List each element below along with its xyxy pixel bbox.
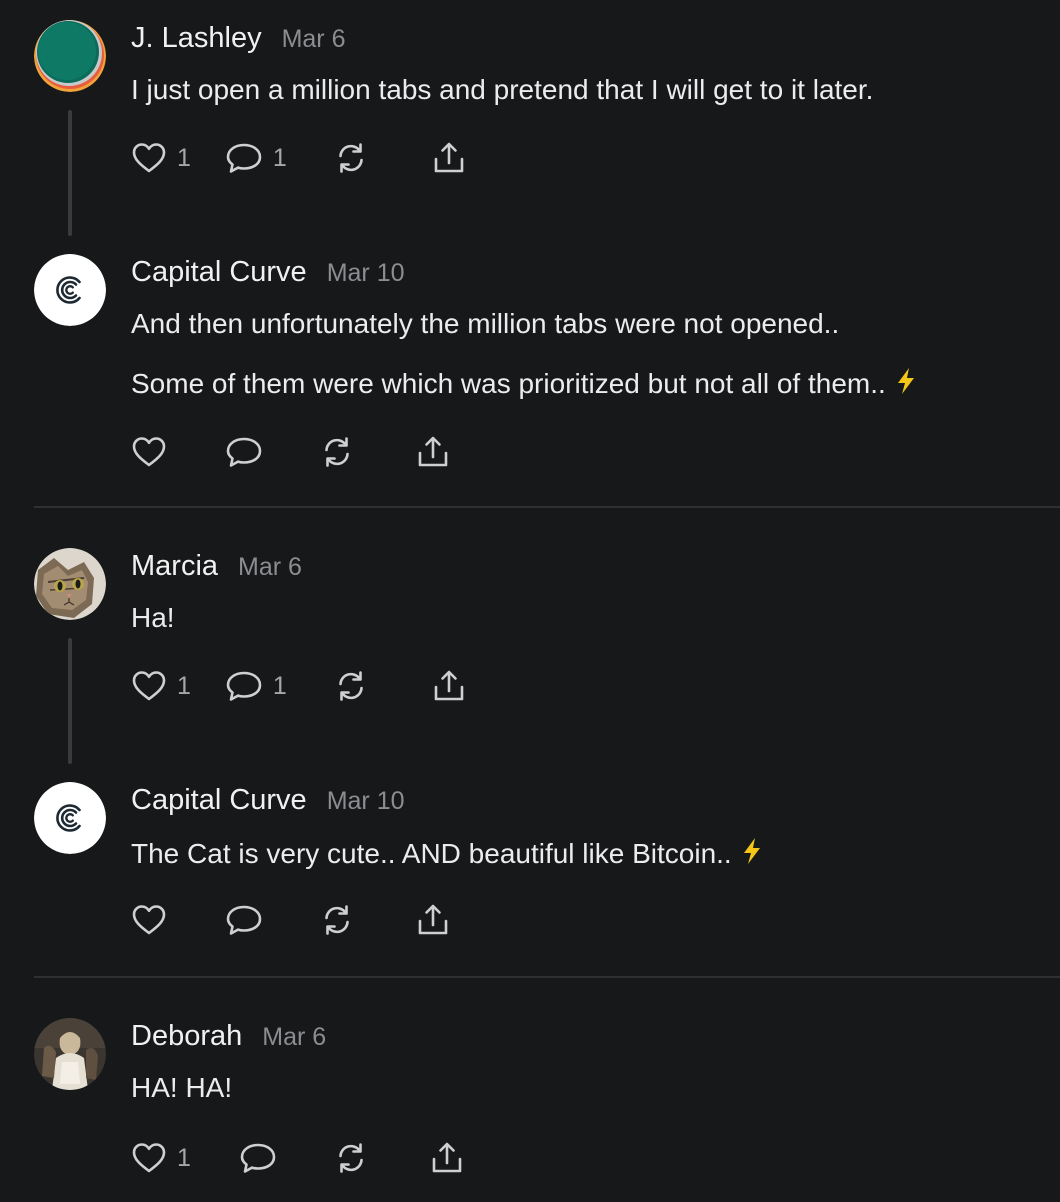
avatar[interactable]: [34, 254, 106, 326]
comment-icon: [225, 668, 263, 704]
like-count: 1: [177, 1143, 191, 1172]
post-date[interactable]: Mar 6: [238, 553, 302, 582]
lightning-icon: [740, 836, 764, 866]
share-button[interactable]: [431, 140, 467, 176]
share-button[interactable]: [431, 668, 467, 704]
share-button[interactable]: [429, 1140, 465, 1176]
deborah-photo-avatar: [34, 1018, 106, 1090]
comment-icon: [225, 434, 263, 470]
like-button[interactable]: 1: [131, 668, 191, 704]
share-icon: [429, 1140, 465, 1176]
thread-line: [68, 110, 72, 236]
like-button[interactable]: [131, 902, 167, 938]
author-name[interactable]: Deborah: [131, 1020, 242, 1053]
action-bar: 1: [131, 1140, 465, 1176]
author-name[interactable]: J. Lashley: [131, 22, 262, 55]
post-date[interactable]: Mar 6: [262, 1023, 326, 1052]
restack-button[interactable]: [333, 140, 369, 176]
restack-icon: [333, 1140, 369, 1176]
heart-icon: [131, 902, 167, 938]
thread-line: [68, 638, 72, 764]
cat-photo-avatar: [34, 548, 106, 620]
action-bar: [131, 902, 451, 938]
author-name[interactable]: Capital Curve: [131, 784, 307, 817]
capital-curve-logo-icon: [34, 782, 106, 854]
comment-text-line: The Cat is very cute.. AND beautiful lik…: [131, 836, 764, 870]
comment-button[interactable]: 1: [225, 140, 287, 176]
like-button[interactable]: 1: [131, 1140, 191, 1176]
restack-icon: [319, 902, 355, 938]
restack-button[interactable]: [319, 434, 355, 470]
comment-count: 1: [272, 671, 287, 700]
avatar[interactable]: [34, 782, 106, 854]
restack-icon: [333, 140, 369, 176]
like-button[interactable]: [131, 434, 167, 470]
action-bar: 1 1: [131, 140, 467, 176]
action-bar: [131, 434, 451, 470]
share-icon: [431, 668, 467, 704]
comment-text: The Cat is very cute.. AND beautiful lik…: [131, 838, 732, 869]
heart-icon: [131, 140, 167, 176]
share-button[interactable]: [415, 434, 451, 470]
comment-text: I just open a million tabs and pretend t…: [131, 74, 874, 105]
post-date[interactable]: Mar 10: [327, 259, 405, 288]
comment-text: Ha!: [131, 602, 175, 633]
capital-curve-logo-icon: [34, 254, 106, 326]
restack-icon: [319, 434, 355, 470]
avatar[interactable]: [34, 548, 106, 620]
comment-icon: [225, 902, 263, 938]
restack-icon: [333, 668, 369, 704]
heart-icon: [131, 668, 167, 704]
post-date[interactable]: Mar 6: [282, 25, 346, 54]
divider: [34, 506, 1060, 508]
divider: [34, 976, 1060, 978]
like-count: 1: [177, 143, 191, 172]
heart-icon: [131, 434, 167, 470]
comment-button[interactable]: [225, 902, 263, 938]
comment-text-line-2: Some of them were which was prioritized …: [131, 366, 918, 400]
comment-text: Some of them were which was prioritized …: [131, 368, 886, 399]
comment-button[interactable]: [239, 1140, 277, 1176]
comment-button[interactable]: 1: [225, 668, 287, 704]
restack-button[interactable]: [333, 668, 369, 704]
heart-icon: [131, 1140, 167, 1176]
restack-button[interactable]: [333, 1140, 369, 1176]
like-count: 1: [177, 671, 191, 700]
avatar[interactable]: [34, 1018, 106, 1090]
post-date[interactable]: Mar 10: [327, 787, 405, 816]
like-button[interactable]: 1: [131, 140, 191, 176]
comment-icon: [239, 1140, 277, 1176]
author-name[interactable]: Capital Curve: [131, 256, 307, 289]
restack-button[interactable]: [319, 902, 355, 938]
comment-count: 1: [272, 143, 287, 172]
share-icon: [431, 140, 467, 176]
avatar[interactable]: [34, 20, 106, 92]
share-icon: [415, 902, 451, 938]
author-name[interactable]: Marcia: [131, 550, 218, 583]
comment-button[interactable]: [225, 434, 263, 470]
share-button[interactable]: [415, 902, 451, 938]
comment-text: And then unfortunately the million tabs …: [131, 308, 840, 339]
comment-icon: [225, 140, 263, 176]
lightning-icon: [894, 366, 918, 396]
share-icon: [415, 434, 451, 470]
action-bar: 1 1: [131, 668, 467, 704]
comment-text: HA! HA!: [131, 1072, 233, 1103]
